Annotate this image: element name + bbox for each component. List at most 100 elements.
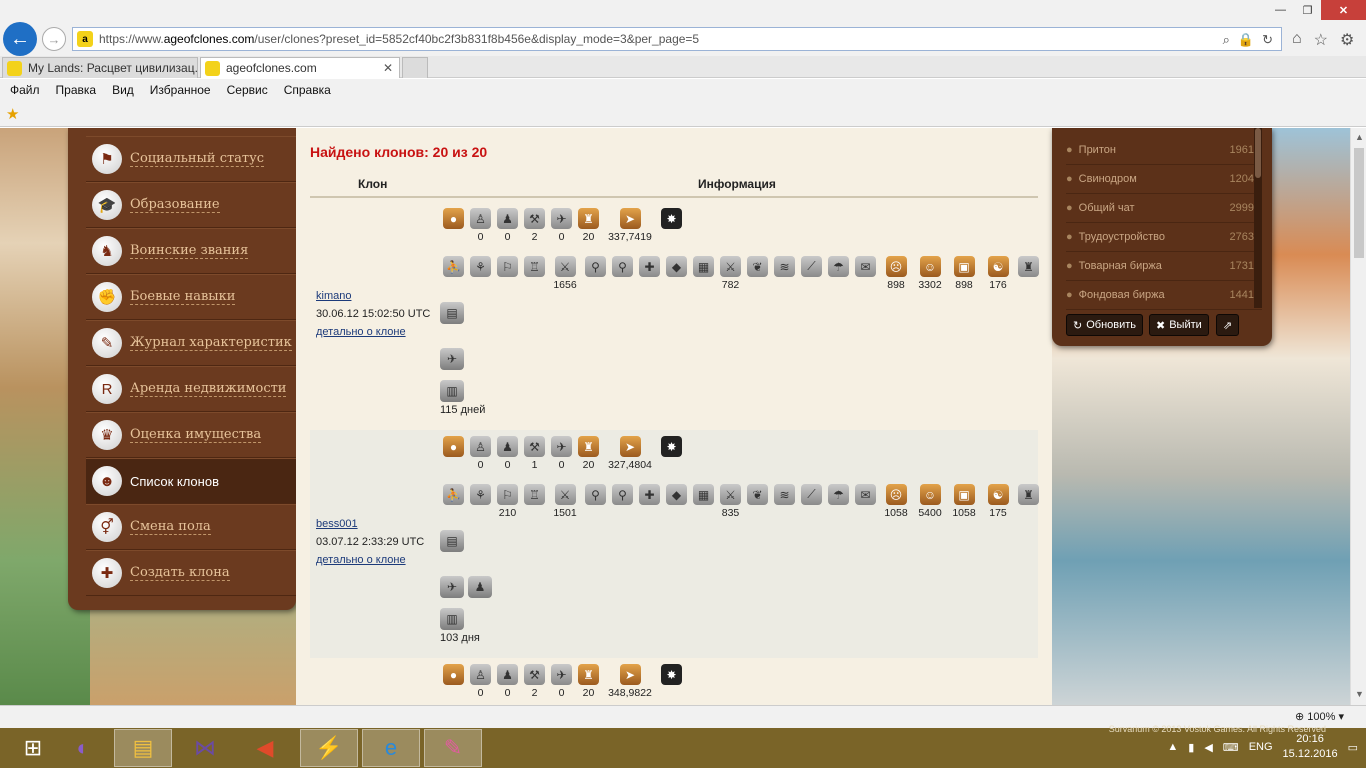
sidebar-item-military-ranks[interactable]: ♞ Воинские звания [86, 228, 296, 274]
menu-tools[interactable]: Сервис [227, 83, 268, 97]
speaker-app-icon[interactable]: ◀ [236, 729, 294, 767]
sidebar-item-social-status[interactable]: ⚑ Социальный статус [86, 136, 296, 182]
skill-icon: ❦ [747, 484, 768, 505]
stat-value: 1058 [952, 507, 976, 519]
page-content: ⚑ Социальный статус 🎓 Образование ♞ Воин… [0, 128, 1350, 705]
fish-icon: ➤ [619, 208, 641, 229]
chat-room-item[interactable]: ● Фондовая биржа 1441 [1066, 281, 1262, 310]
scroll-down-icon[interactable]: ▼ [1355, 689, 1364, 699]
sidebar-item-property-valuation[interactable]: ♛ Оценка имущества [86, 412, 296, 458]
menu-favorites[interactable]: Избранное [150, 83, 211, 97]
sidebar-item-education[interactable]: 🎓 Образование [86, 182, 296, 228]
skill-icon: ⚐ [497, 256, 518, 277]
scroll-up-icon[interactable]: ▲ [1355, 132, 1364, 142]
chat-room-item[interactable]: ● Общий чат 2999 [1066, 194, 1262, 223]
sidebar-item-stats-journal[interactable]: ✎ Журнал характеристик [86, 320, 296, 366]
internet-explorer-icon[interactable]: e [362, 729, 420, 767]
strongman-icon: ☺ [919, 256, 941, 277]
home-icon[interactable]: ⌂ [1292, 30, 1302, 50]
close-window-button[interactable]: ✕ [1321, 0, 1366, 20]
paint-icon[interactable]: ✎ [424, 729, 482, 767]
minimize-button[interactable]: — [1267, 0, 1294, 20]
sidebar-item-label: Образование [130, 197, 220, 213]
stat-value: 2 [531, 231, 538, 243]
figure-icon: ♙ [470, 664, 491, 685]
tray-arrow-icon[interactable]: ▲ [1167, 741, 1178, 753]
search-icon[interactable]: ⌕ [1223, 32, 1230, 48]
language-indicator[interactable]: ENG [1249, 741, 1273, 753]
menu-edit[interactable]: Правка [56, 83, 97, 97]
network-icon[interactable]: ▮ [1188, 741, 1194, 754]
chat-room-item[interactable]: ● Трудоустройство 2763 [1066, 223, 1262, 252]
worker-icon: ♟ [497, 664, 518, 685]
address-bar[interactable]: a https://www.ageofclones.com/user/clone… [72, 27, 1282, 51]
notifications-icon[interactable]: ▭ [1348, 741, 1358, 754]
restore-button[interactable]: ❐ [1294, 0, 1321, 20]
file-explorer-icon[interactable]: ▤ [114, 729, 172, 767]
clone-days: 115 дней [440, 404, 486, 416]
page-scrollbar[interactable]: ▲ ▼ [1350, 128, 1366, 705]
clone-row: bess001 03.07.12 2:33:29 UTC детально о … [310, 430, 1039, 658]
keyboard-icon[interactable]: ⌨ [1223, 741, 1239, 754]
chat-room-item[interactable]: ● Притон 1961 [1066, 136, 1262, 165]
graduation-cap-icon: 🎓 [92, 190, 122, 220]
sidebar-item-label: Список клонов [130, 473, 219, 489]
sidebar-item-combat-skills[interactable]: ✊ Боевые навыки [86, 274, 296, 320]
favorites-bar: ★ [0, 100, 1366, 127]
close-tab-icon[interactable]: ✕ [383, 61, 393, 75]
sidebar-item-label: Смена пола [130, 519, 211, 535]
add-favorite-icon[interactable]: ★ [6, 105, 19, 123]
chat-room-item[interactable]: ● Свинодром 1204 [1066, 165, 1262, 194]
refresh-icon[interactable]: ↻ [1262, 32, 1273, 48]
skill-icon: ⚲ [612, 484, 633, 505]
refresh-button[interactable]: ↻ Обновить [1066, 314, 1144, 336]
clock[interactable]: 20:16 15.12.2016 [1283, 732, 1338, 762]
sidebar-item-clones-list[interactable]: ☻ Список клонов [86, 458, 296, 504]
volume-icon[interactable]: ◀ [1204, 741, 1212, 754]
stat-value: 20 [582, 459, 595, 471]
tab-ageofclones[interactable]: ageofclones.com ✕ [200, 57, 400, 78]
clone-details-link[interactable]: детально о клоне [316, 326, 406, 338]
coin-icon: ● [443, 436, 464, 457]
figure-icon: ♙ [470, 208, 491, 229]
soldiers-icon: ♟ [468, 576, 492, 598]
new-tab-button[interactable] [402, 57, 428, 78]
menu-file[interactable]: Файл [10, 83, 40, 97]
clone-stats-row: ● ♙ 0 ♟ 0 ⚒ 2 ✈ 0 ♜ 20 ➤ 348,9822 ✸ [440, 664, 685, 699]
stat-value: 2 [531, 687, 538, 699]
popout-button[interactable]: ⇗ [1216, 314, 1240, 336]
skill-icon: ≋ [774, 256, 795, 277]
clone-name-link[interactable]: bess001 [316, 518, 358, 530]
stat-value: 327,4804 [608, 459, 652, 471]
settings-gear-icon[interactable]: ⚙ [1340, 30, 1354, 50]
taskbar-app-icon[interactable]: ⚡ [300, 729, 358, 767]
browser-toolbar: ← → a https://www.ageofclones.com/user/c… [0, 0, 1366, 56]
strongman-icon: ☺ [919, 484, 941, 505]
column-header-info: Информация [698, 177, 776, 191]
clone-details-link[interactable]: детально о клоне [316, 554, 406, 566]
chat-scrollbar[interactable] [1254, 128, 1262, 308]
menu-help[interactable]: Справка [284, 83, 331, 97]
speech-bubble-icon: ● [1066, 144, 1073, 156]
sidebar-item-real-estate-rent[interactable]: R Аренда недвижимости [86, 366, 296, 412]
tab-my-lands[interactable]: My Lands: Расцвет цивилизац... [2, 57, 198, 78]
visual-studio-icon[interactable]: ⋈ [176, 729, 234, 767]
clone-name-link[interactable]: kimano [316, 290, 351, 302]
chat-room-item[interactable]: ● Товарная биржа 1731 [1066, 252, 1262, 281]
skill-icon: ▦ [693, 484, 714, 505]
taskbar-app-icon[interactable]: ◐ [54, 729, 112, 767]
rent-icon: R [92, 374, 122, 404]
logout-button[interactable]: ✖ Выйти [1149, 314, 1209, 336]
lock-icon[interactable]: 🔒 [1238, 32, 1254, 48]
coin-icon: ● [443, 664, 464, 685]
forward-button[interactable]: → [42, 27, 66, 51]
certificate-icon: ▣ [953, 484, 975, 505]
back-button[interactable]: ← [3, 22, 37, 56]
menu-view[interactable]: Вид [112, 83, 134, 97]
journal-icon: ✎ [92, 328, 122, 358]
favorites-star-icon[interactable]: ☆ [1314, 30, 1328, 50]
sidebar-item-gender-change[interactable]: ⚥ Смена пола [86, 504, 296, 550]
zoom-level[interactable]: ⊕ 100% ▾ [1295, 710, 1344, 723]
sidebar-item-create-clone[interactable]: ✚ Создать клона [86, 550, 296, 596]
external-link-icon: ⇗ [1223, 319, 1233, 332]
